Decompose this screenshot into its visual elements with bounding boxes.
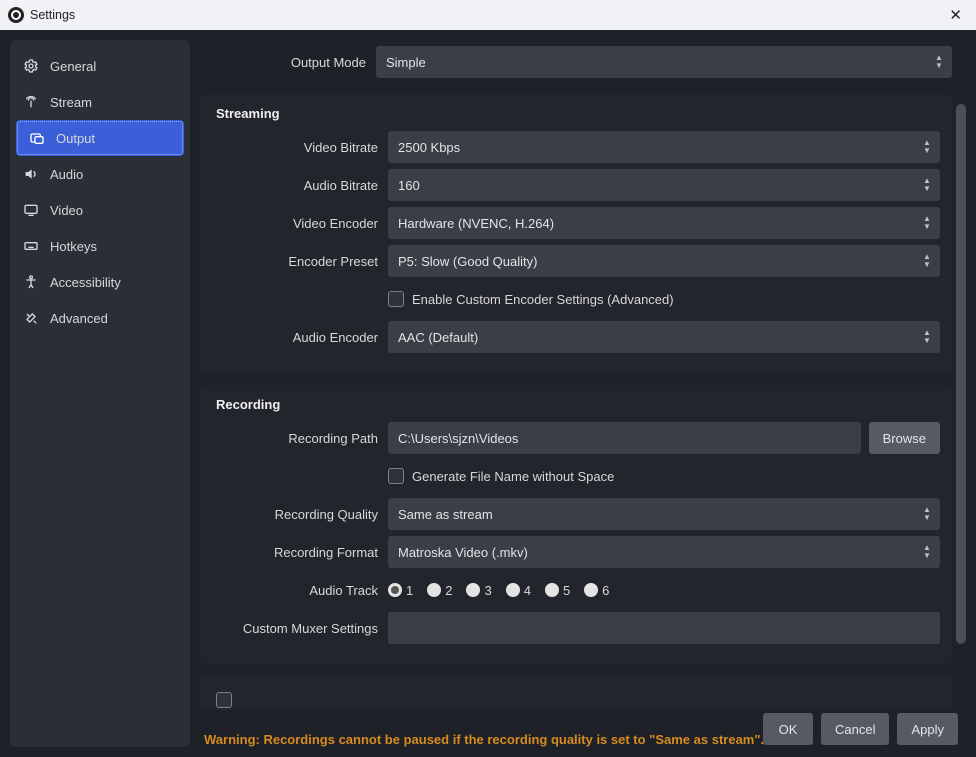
antenna-icon bbox=[22, 93, 40, 111]
recording-path-input[interactable] bbox=[388, 422, 861, 454]
video-encoder-select[interactable]: Hardware (NVENC, H.264) ▲▼ bbox=[388, 207, 940, 239]
next-group-cutoff bbox=[200, 676, 952, 710]
sidebar-item-label: Accessibility bbox=[50, 275, 121, 290]
recording-format-label: Recording Format bbox=[212, 545, 388, 560]
recording-title: Recording bbox=[212, 397, 940, 412]
dialog-buttons: OK Cancel Apply bbox=[763, 713, 958, 745]
audio-track-radio-6[interactable]: 6 bbox=[584, 583, 609, 598]
custom-encoder-checkbox-row[interactable]: Enable Custom Encoder Settings (Advanced… bbox=[388, 283, 940, 315]
updown-icon: ▲▼ bbox=[918, 540, 936, 564]
sidebar-item-label: Audio bbox=[50, 167, 83, 182]
app-icon bbox=[8, 7, 24, 23]
close-icon[interactable]: ✕ bbox=[943, 6, 968, 24]
monitor-icon bbox=[22, 201, 40, 219]
video-bitrate-label: Video Bitrate bbox=[212, 140, 388, 155]
updown-icon: ▲▼ bbox=[918, 502, 936, 526]
sidebar-item-accessibility[interactable]: Accessibility bbox=[10, 264, 190, 300]
sidebar-item-stream[interactable]: Stream bbox=[10, 84, 190, 120]
custom-encoder-label: Enable Custom Encoder Settings (Advanced… bbox=[412, 292, 674, 307]
updown-icon: ▲▼ bbox=[930, 50, 948, 74]
audio-bitrate-select[interactable]: 160 ▲▼ bbox=[388, 169, 940, 201]
video-encoder-value: Hardware (NVENC, H.264) bbox=[398, 216, 554, 231]
filename-nospace-label: Generate File Name without Space bbox=[412, 469, 614, 484]
updown-icon: ▲▼ bbox=[918, 211, 936, 235]
muxer-input[interactable] bbox=[388, 612, 940, 644]
sidebar-item-label: Stream bbox=[50, 95, 92, 110]
sidebar-item-hotkeys[interactable]: Hotkeys bbox=[10, 228, 190, 264]
recording-quality-value: Same as stream bbox=[398, 507, 493, 522]
output-mode-row: Output Mode Simple ▲▼ bbox=[200, 40, 952, 88]
recording-path-label: Recording Path bbox=[212, 431, 388, 446]
audio-track-radio-5[interactable]: 5 bbox=[545, 583, 570, 598]
checkbox-icon[interactable] bbox=[388, 468, 404, 484]
sidebar-item-audio[interactable]: Audio bbox=[10, 156, 190, 192]
output-icon bbox=[28, 129, 46, 147]
gear-icon bbox=[22, 57, 40, 75]
audio-track-radio-4[interactable]: 4 bbox=[506, 583, 531, 598]
speaker-icon bbox=[22, 165, 40, 183]
video-bitrate-value: 2500 Kbps bbox=[398, 140, 460, 155]
window-title: Settings bbox=[30, 8, 943, 22]
recording-format-select[interactable]: Matroska Video (.mkv) ▲▼ bbox=[388, 536, 940, 568]
audio-bitrate-value: 160 bbox=[398, 178, 420, 193]
recording-format-value: Matroska Video (.mkv) bbox=[398, 545, 528, 560]
recording-path-field[interactable] bbox=[398, 422, 851, 454]
output-mode-select[interactable]: Simple ▲▼ bbox=[376, 46, 952, 78]
audio-track-radio-1[interactable]: 1 bbox=[388, 583, 413, 598]
encoder-preset-label: Encoder Preset bbox=[212, 254, 388, 269]
sidebar-item-output[interactable]: Output bbox=[16, 120, 184, 156]
sidebar-item-advanced[interactable]: Advanced bbox=[10, 300, 190, 336]
audio-encoder-select[interactable]: AAC (Default) ▲▼ bbox=[388, 321, 940, 353]
checkbox-icon[interactable] bbox=[216, 692, 232, 708]
video-bitrate-input[interactable]: 2500 Kbps ▲▼ bbox=[388, 131, 940, 163]
streaming-group: Streaming Video Bitrate 2500 Kbps ▲▼ Aud… bbox=[200, 94, 952, 373]
updown-icon: ▲▼ bbox=[918, 325, 936, 349]
muxer-label: Custom Muxer Settings bbox=[212, 621, 388, 636]
streaming-title: Streaming bbox=[212, 106, 940, 121]
apply-button[interactable]: Apply bbox=[897, 713, 958, 745]
sidebar-item-label: Video bbox=[50, 203, 83, 218]
accessibility-icon bbox=[22, 273, 40, 291]
sidebar-item-label: General bbox=[50, 59, 96, 74]
encoder-preset-value: P5: Slow (Good Quality) bbox=[398, 254, 537, 269]
scrollbar-thumb[interactable] bbox=[956, 104, 966, 644]
updown-icon: ▲▼ bbox=[918, 249, 936, 273]
recording-quality-label: Recording Quality bbox=[212, 507, 388, 522]
scrollbar[interactable] bbox=[956, 104, 966, 720]
video-encoder-label: Video Encoder bbox=[212, 216, 388, 231]
updown-icon[interactable]: ▲▼ bbox=[918, 135, 936, 159]
titlebar: Settings ✕ bbox=[0, 0, 976, 30]
checkbox-icon[interactable] bbox=[388, 291, 404, 307]
tools-icon bbox=[22, 309, 40, 327]
sidebar: General Stream Output Audio Video Hotkey… bbox=[10, 40, 190, 747]
audio-encoder-value: AAC (Default) bbox=[398, 330, 478, 345]
sidebar-item-label: Hotkeys bbox=[50, 239, 97, 254]
output-mode-value: Simple bbox=[386, 55, 426, 70]
audio-track-radios: 1 2 3 4 5 6 bbox=[388, 574, 940, 606]
sidebar-item-label: Advanced bbox=[50, 311, 108, 326]
keyboard-icon bbox=[22, 237, 40, 255]
audio-track-label: Audio Track bbox=[212, 583, 388, 598]
ok-button[interactable]: OK bbox=[763, 713, 813, 745]
updown-icon: ▲▼ bbox=[918, 173, 936, 197]
recording-group: Recording Recording Path Browse bbox=[200, 385, 952, 664]
cancel-button[interactable]: Cancel bbox=[821, 713, 889, 745]
audio-track-radio-2[interactable]: 2 bbox=[427, 583, 452, 598]
audio-bitrate-label: Audio Bitrate bbox=[212, 178, 388, 193]
recording-quality-select[interactable]: Same as stream ▲▼ bbox=[388, 498, 940, 530]
audio-encoder-label: Audio Encoder bbox=[212, 330, 388, 345]
sidebar-item-general[interactable]: General bbox=[10, 48, 190, 84]
browse-button[interactable]: Browse bbox=[869, 422, 940, 454]
sidebar-item-label: Output bbox=[56, 131, 95, 146]
main-panel: Output Mode Simple ▲▼ Streaming Video Bi… bbox=[190, 30, 976, 757]
muxer-field[interactable] bbox=[398, 612, 930, 644]
encoder-preset-select[interactable]: P5: Slow (Good Quality) ▲▼ bbox=[388, 245, 940, 277]
sidebar-item-video[interactable]: Video bbox=[10, 192, 190, 228]
output-mode-label: Output Mode bbox=[200, 55, 376, 70]
audio-track-radio-3[interactable]: 3 bbox=[466, 583, 491, 598]
filename-nospace-checkbox-row[interactable]: Generate File Name without Space bbox=[388, 460, 940, 492]
